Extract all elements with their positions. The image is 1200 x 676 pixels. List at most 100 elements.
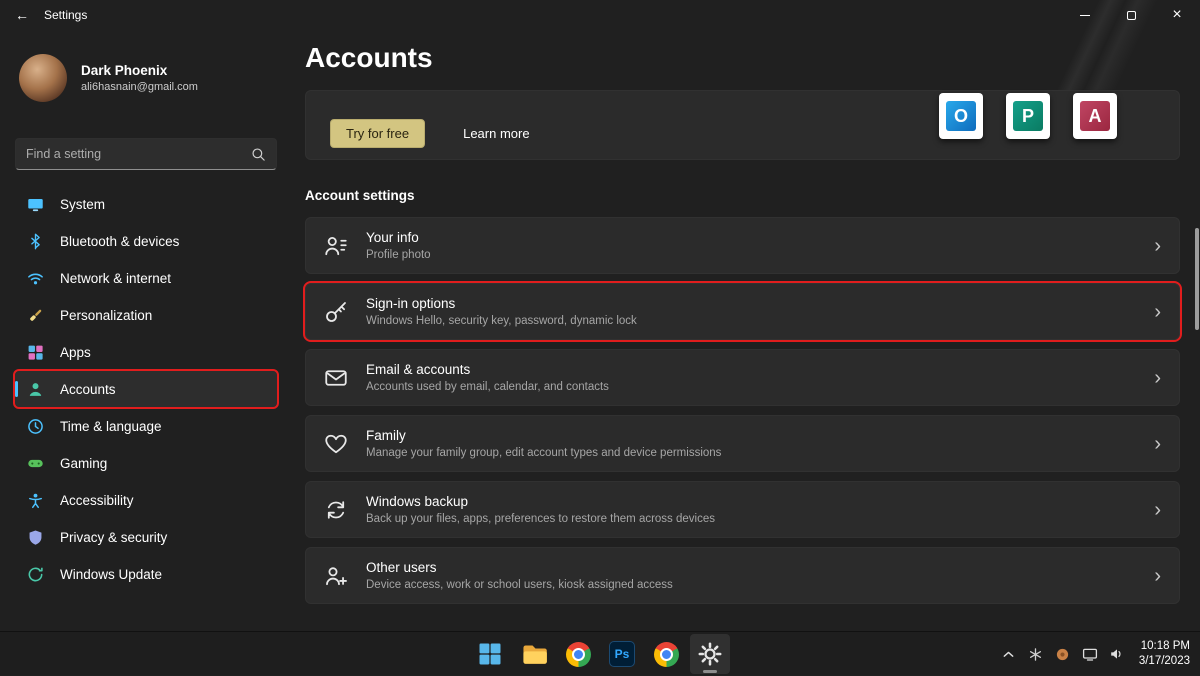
card-subtitle: Manage your family group, edit account t… [366, 447, 1136, 459]
sidebar-item-label: Network & internet [60, 271, 171, 286]
card-email-accounts[interactable]: Email & accounts Accounts used by email,… [305, 349, 1180, 406]
minimize-icon [1080, 15, 1090, 16]
back-arrow-icon: ← [15, 7, 29, 23]
cast-display-icon[interactable] [1081, 645, 1099, 663]
scrollbar-thumb[interactable] [1195, 228, 1199, 330]
chrome-icon [654, 642, 679, 667]
chevron-right-icon: › [1154, 302, 1161, 322]
accounts-page: Accounts Try for free Learn more O P A A… [290, 30, 1200, 631]
card-subtitle: Profile photo [366, 249, 1136, 261]
windows-backup-icon [324, 498, 348, 522]
maximize-button[interactable] [1108, 0, 1154, 30]
user-profile[interactable]: Dark Phoenix ali6hasnain@gmail.com [15, 54, 277, 102]
sign-in-key-icon [324, 300, 348, 324]
file-explorer-button[interactable] [514, 634, 554, 674]
sidebar-item-accessibility[interactable]: Accessibility [15, 482, 277, 518]
system-icon [27, 196, 44, 213]
clock-time: 10:18 PM [1139, 639, 1190, 654]
chevron-right-icon: › [1154, 566, 1161, 586]
avatar [19, 54, 67, 102]
sidebar-item-time-language[interactable]: Time & language [15, 408, 277, 444]
start-button[interactable] [470, 634, 510, 674]
chevron-right-icon: › [1154, 434, 1161, 454]
card-subtitle: Back up your files, apps, preferences to… [366, 513, 1136, 525]
sidebar-item-label: Privacy & security [60, 530, 167, 545]
gaming-icon [27, 455, 44, 472]
family-icon [324, 432, 348, 456]
search-box[interactable] [15, 138, 277, 170]
search-input[interactable] [26, 147, 251, 161]
sidebar-item-label: Windows Update [60, 567, 162, 582]
card-subtitle: Device access, work or school users, kio… [366, 579, 1136, 591]
sidebar-item-label: Time & language [60, 419, 162, 434]
accounts-icon [27, 381, 44, 398]
card-title: Sign-in options [366, 296, 1136, 311]
window-controls: × [1062, 0, 1200, 30]
minimize-button[interactable] [1062, 0, 1108, 30]
card-subtitle: Windows Hello, security key, password, d… [366, 315, 1136, 327]
sidebar-item-bluetooth-devices[interactable]: Bluetooth & devices [15, 223, 277, 259]
back-button[interactable]: ← [0, 0, 44, 30]
section-label: Account settings [305, 188, 1180, 203]
sidebar-item-gaming[interactable]: Gaming [15, 445, 277, 481]
bluetooth-icon [27, 233, 44, 250]
sidebar-item-label: Personalization [60, 308, 152, 323]
card-your-info[interactable]: Your info Profile photo › [305, 217, 1180, 274]
window-title: Settings [44, 8, 87, 22]
your-info-icon [324, 234, 348, 258]
close-button[interactable]: × [1154, 0, 1200, 30]
tray-icon-1[interactable] [1027, 645, 1045, 663]
sidebar-item-label: Bluetooth & devices [60, 234, 179, 249]
sidebar-item-privacy-security[interactable]: Privacy & security [15, 519, 277, 555]
sidebar-item-network-internet[interactable]: Network & internet [15, 260, 277, 296]
card-title: Windows backup [366, 494, 1136, 509]
card-title: Your info [366, 230, 1136, 245]
other-users-icon [324, 564, 348, 588]
chrome-profile-button[interactable] [646, 634, 686, 674]
close-icon: × [1172, 7, 1181, 23]
settings-button[interactable] [690, 634, 730, 674]
office-app-tiles: O P A [939, 93, 1117, 139]
outlook-icon: O [939, 93, 983, 139]
card-sign-in-options[interactable]: Sign-in options Windows Hello, security … [305, 283, 1180, 340]
sidebar-item-windows-update[interactable]: Windows Update [15, 556, 277, 592]
tray-chevron-up-icon[interactable] [1000, 645, 1018, 663]
taskbar: Ps 10:18 PM 3/17/2023 [0, 631, 1200, 675]
photoshop-icon: Ps [609, 641, 635, 667]
learn-more-link[interactable]: Learn more [463, 126, 529, 141]
chrome-icon [566, 642, 591, 667]
sidebar-item-system[interactable]: System [15, 186, 277, 222]
photoshop-button[interactable]: Ps [602, 634, 642, 674]
tray-icon-2[interactable] [1054, 645, 1072, 663]
sidebar-nav: System Bluetooth & devices Network & int… [15, 186, 277, 592]
sidebar-item-accounts[interactable]: Accounts [15, 371, 277, 407]
card-title: Other users [366, 560, 1136, 575]
chevron-right-icon: › [1154, 368, 1161, 388]
user-name: Dark Phoenix [81, 63, 198, 78]
taskbar-clock[interactable]: 10:18 PM 3/17/2023 [1139, 639, 1190, 669]
sidebar-item-personalization[interactable]: Personalization [15, 297, 277, 333]
email-accounts-icon [324, 366, 348, 390]
gear-icon [698, 642, 722, 666]
card-windows-backup[interactable]: Windows backup Back up your files, apps,… [305, 481, 1180, 538]
search-icon [251, 147, 266, 162]
sidebar-item-label: System [60, 197, 105, 212]
try-for-free-button[interactable]: Try for free [330, 119, 425, 148]
personalization-icon [27, 307, 44, 324]
card-other-users[interactable]: Other users Device access, work or schoo… [305, 547, 1180, 604]
publisher-icon: P [1006, 93, 1050, 139]
folder-icon [521, 641, 547, 667]
windows-update-icon [27, 566, 44, 583]
card-family[interactable]: Family Manage your family group, edit ac… [305, 415, 1180, 472]
account-settings-list: Your info Profile photo › Sign-in option… [305, 217, 1180, 604]
access-icon: A [1073, 93, 1117, 139]
sidebar-item-label: Gaming [60, 456, 107, 471]
sidebar-item-apps[interactable]: Apps [15, 334, 277, 370]
page-title: Accounts [305, 42, 1180, 74]
volume-icon[interactable] [1108, 645, 1126, 663]
clock-date: 3/17/2023 [1139, 654, 1190, 669]
network-icon [27, 270, 44, 287]
card-title: Family [366, 428, 1136, 443]
chrome-button[interactable] [558, 634, 598, 674]
time-language-icon [27, 418, 44, 435]
